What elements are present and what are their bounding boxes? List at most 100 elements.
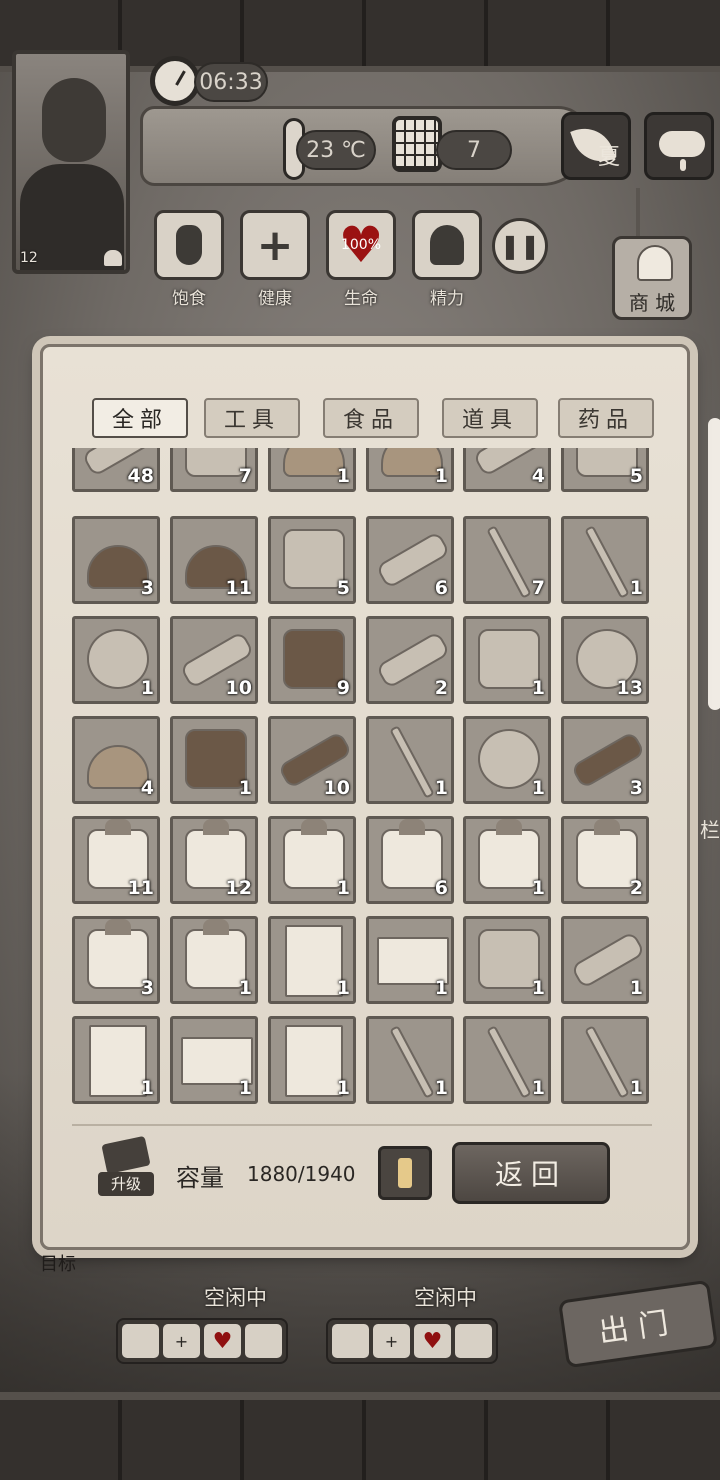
inventory-slot[interactable]: 1 xyxy=(170,716,258,804)
inventory-slot[interactable]: 4 xyxy=(463,448,551,492)
inventory-slot[interactable]: 1 xyxy=(366,1016,454,1104)
tab-food[interactable]: 食品 xyxy=(323,398,419,438)
survivor-portrait[interactable]: 12 xyxy=(12,50,130,274)
item-count: 10 xyxy=(323,777,350,799)
item-count: 1 xyxy=(629,977,643,999)
item-count: 1 xyxy=(336,465,350,487)
group-icon xyxy=(104,250,122,266)
inventory-slot[interactable]: 48 xyxy=(72,448,160,492)
item-count: 3 xyxy=(629,777,643,799)
inventory-slot[interactable]: 1 xyxy=(268,448,356,492)
inventory-slot[interactable]: 3 xyxy=(561,716,649,804)
inventory-slot[interactable]: 6 xyxy=(366,816,454,904)
inventory-slot[interactable]: 1 xyxy=(268,816,356,904)
salt-icon xyxy=(87,745,149,789)
side-scroll-handle[interactable] xyxy=(708,418,720,710)
inventory-slot[interactable]: 13 xyxy=(561,616,649,704)
inventory-slot[interactable]: 3 xyxy=(72,516,160,604)
vital-satiety-label: 饱食 xyxy=(172,289,206,309)
inventory-slot[interactable]: 1 xyxy=(561,1016,649,1104)
inventory-slot[interactable]: 12 xyxy=(170,816,258,904)
objective-label[interactable]: 目标 xyxy=(40,1250,76,1276)
inventory-slot[interactable]: 2 xyxy=(561,816,649,904)
pipe-icon xyxy=(486,1025,532,1099)
item-count: 1 xyxy=(434,465,448,487)
shop-label: 商 城 xyxy=(628,291,676,315)
gift-box-tools-icon xyxy=(381,819,443,889)
stomach-icon xyxy=(122,1324,159,1358)
item-count: 11 xyxy=(127,877,154,899)
inventory-slot[interactable]: 1 xyxy=(366,916,454,1004)
item-count: 1 xyxy=(140,1077,154,1099)
inventory-slot[interactable]: 6 xyxy=(366,516,454,604)
item-count: 5 xyxy=(629,465,643,487)
inventory-slot[interactable]: 7 xyxy=(463,516,551,604)
weather-button[interactable] xyxy=(644,112,714,180)
vital-health[interactable]: + xyxy=(240,210,310,280)
tab-medicine[interactable]: 药品 xyxy=(558,398,654,438)
day-display: 7 xyxy=(436,130,512,170)
heart-icon: ♥ xyxy=(204,1324,241,1358)
inventory-slot[interactable]: 1 xyxy=(170,916,258,1004)
vital-life[interactable]: ♥ 100% xyxy=(326,210,396,280)
item-count: 7 xyxy=(531,577,545,599)
inventory-slot[interactable]: 9 xyxy=(268,616,356,704)
upgrade-label: 升级 xyxy=(98,1172,154,1196)
item-count: 1 xyxy=(434,977,448,999)
inventory-slot[interactable]: 2 xyxy=(366,616,454,704)
survivor-2-vitals[interactable]: + ♥ xyxy=(326,1318,498,1364)
inventory-slot[interactable]: 7 xyxy=(170,448,258,492)
alcohol-bottle-icon xyxy=(283,529,345,589)
tab-tools[interactable]: 工具 xyxy=(204,398,300,438)
item-count: 1 xyxy=(238,777,252,799)
pause-button[interactable]: ❚❚ xyxy=(492,218,548,274)
inventory-grid: 48 7 1 1 4 5 3 11 5 6 7 1 1 10 9 2 1 13 4 1 10 1 1 3 11 12 1 6 1 2 3 1 1… xyxy=(72,448,650,1104)
item-count: 10 xyxy=(225,677,252,699)
item-count: 1 xyxy=(336,1077,350,1099)
inventory-slot[interactable]: 10 xyxy=(268,716,356,804)
stomach-icon xyxy=(332,1324,369,1358)
stomach-icon xyxy=(176,225,202,265)
dagger-icon xyxy=(389,725,435,799)
inventory-slot[interactable]: 3 xyxy=(72,916,160,1004)
vital-satiety[interactable] xyxy=(154,210,224,280)
inventory-slot[interactable]: 1 xyxy=(561,516,649,604)
item-count: 11 xyxy=(225,577,252,599)
inventory-slot[interactable]: 11 xyxy=(170,516,258,604)
vital-energy[interactable] xyxy=(412,210,482,280)
inventory-slot[interactable]: 4 xyxy=(72,716,160,804)
inventory-slot[interactable]: 10 xyxy=(170,616,258,704)
inventory-slot[interactable]: 1 xyxy=(170,1016,258,1104)
inventory-slot[interactable]: 1 xyxy=(72,1016,160,1104)
item-count: 1 xyxy=(434,777,448,799)
upgrade-button[interactable]: 升级 xyxy=(96,1135,156,1200)
inventory-slot[interactable]: 1 xyxy=(366,716,454,804)
inventory-slot[interactable]: 1 xyxy=(463,916,551,1004)
inventory-slot[interactable]: 1 xyxy=(463,716,551,804)
item-count: 4 xyxy=(140,777,154,799)
survivor-1-vitals[interactable]: + ♥ xyxy=(116,1318,288,1364)
warning-button[interactable] xyxy=(378,1146,432,1200)
item-count: 1 xyxy=(531,977,545,999)
item-count: 6 xyxy=(434,577,448,599)
inventory-slot[interactable]: 1 xyxy=(72,616,160,704)
inventory-slot[interactable]: 1 xyxy=(463,816,551,904)
inventory-slot[interactable]: 1 xyxy=(268,1016,356,1104)
item-count: 1 xyxy=(238,977,252,999)
back-button[interactable]: 返回 xyxy=(452,1142,610,1204)
tab-all[interactable]: 全部 xyxy=(92,398,188,438)
item-count: 2 xyxy=(629,877,643,899)
inventory-slot[interactable]: 1 xyxy=(268,916,356,1004)
inventory-slot[interactable]: 11 xyxy=(72,816,160,904)
inventory-slot[interactable]: 1 xyxy=(463,616,551,704)
season-button[interactable]: 夏 xyxy=(561,112,631,180)
item-count: 1 xyxy=(531,677,545,699)
inventory-slot[interactable]: 5 xyxy=(268,516,356,604)
inventory-slot[interactable]: 5 xyxy=(561,448,649,492)
inventory-slot[interactable]: 1 xyxy=(463,1016,551,1104)
horns-icon xyxy=(584,525,630,599)
shop-button[interactable]: 商 城 xyxy=(612,236,692,320)
inventory-slot[interactable]: 1 xyxy=(366,448,454,492)
inventory-slot[interactable]: 1 xyxy=(561,916,649,1004)
tab-items[interactable]: 道具 xyxy=(442,398,538,438)
